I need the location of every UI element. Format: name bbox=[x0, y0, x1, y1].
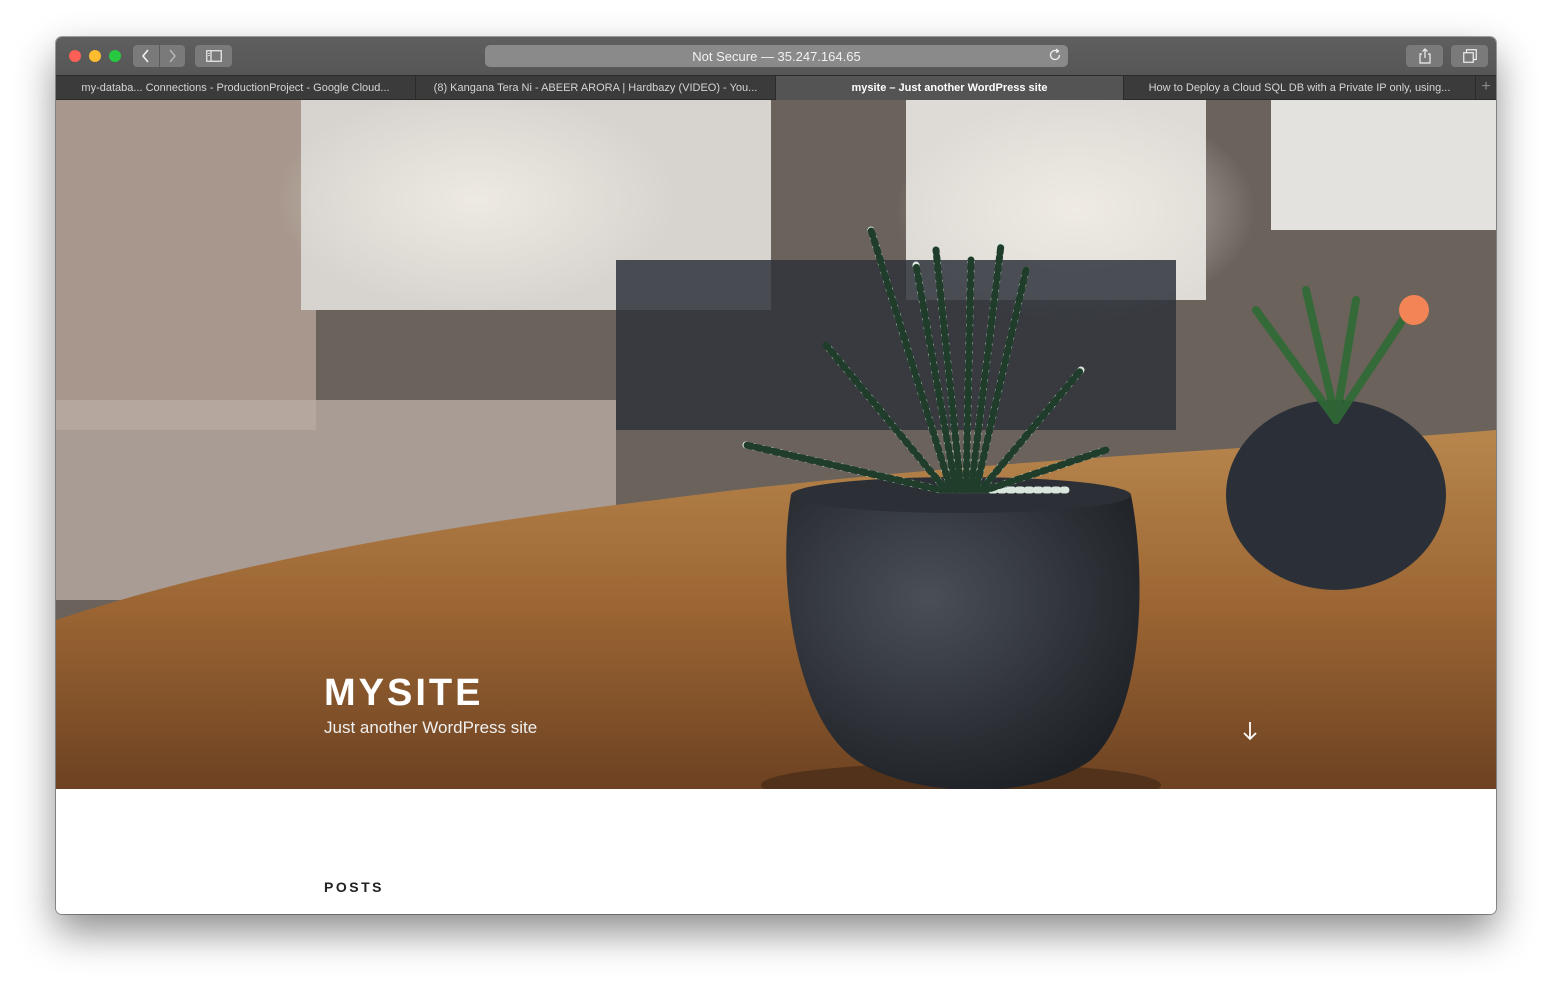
navigation-buttons bbox=[133, 45, 185, 67]
browser-tab[interactable]: my-databa... Connections - ProductionPro… bbox=[56, 76, 416, 100]
browser-tab[interactable]: How to Deploy a Cloud SQL DB with a Priv… bbox=[1124, 76, 1476, 100]
tab-label: my-databa... Connections - ProductionPro… bbox=[81, 82, 390, 94]
browser-tab-active[interactable]: mysite – Just another WordPress site bbox=[776, 76, 1124, 100]
share-icon bbox=[1418, 48, 1431, 64]
header-image: MYSITE Just another WordPress site bbox=[56, 100, 1496, 789]
chevron-left-icon bbox=[141, 49, 149, 63]
share-button[interactable] bbox=[1406, 45, 1443, 67]
tab-label: (8) Kangana Tera Ni - ABEER ARORA | Hard… bbox=[433, 82, 758, 94]
minimize-window-button[interactable] bbox=[89, 50, 101, 62]
arrow-down-icon bbox=[1243, 722, 1257, 741]
plus-icon: + bbox=[1481, 78, 1491, 95]
back-button[interactable] bbox=[133, 45, 159, 67]
chevron-right-icon bbox=[169, 49, 177, 63]
tab-label: How to Deploy a Cloud SQL DB with a Priv… bbox=[1148, 82, 1451, 94]
forward-button[interactable] bbox=[158, 45, 186, 67]
tab-label: mysite – Just another WordPress site bbox=[851, 82, 1048, 94]
close-window-button[interactable] bbox=[69, 50, 81, 62]
sidebar-icon bbox=[205, 50, 222, 62]
browser-window: Not Secure — 35.247.164.65 my-databa... … bbox=[56, 37, 1496, 914]
tab-overview-icon bbox=[1462, 49, 1477, 63]
address-bar[interactable]: Not Secure — 35.247.164.65 bbox=[485, 45, 1068, 67]
browser-tab[interactable]: (8) Kangana Tera Ni - ABEER ARORA | Hard… bbox=[416, 76, 776, 100]
new-tab-button[interactable]: + bbox=[1476, 76, 1496, 99]
site-title[interactable]: MYSITE bbox=[324, 672, 483, 715]
main-content: POSTS bbox=[56, 789, 1496, 914]
site-description: Just another WordPress site bbox=[324, 718, 538, 737]
browser-toolbar: Not Secure — 35.247.164.65 bbox=[56, 37, 1496, 75]
posts-heading: POSTS bbox=[324, 879, 384, 895]
tab-bar: my-databa... Connections - ProductionPro… bbox=[56, 75, 1496, 100]
address-text: Not Secure — 35.247.164.65 bbox=[692, 48, 861, 64]
sidebar-button[interactable] bbox=[195, 45, 232, 67]
zoom-window-button[interactable] bbox=[109, 50, 121, 62]
reload-icon bbox=[1049, 48, 1061, 61]
tab-overview-button[interactable] bbox=[1451, 45, 1488, 67]
reload-button[interactable] bbox=[1048, 48, 1062, 65]
header-photo-illustration bbox=[56, 100, 1496, 789]
